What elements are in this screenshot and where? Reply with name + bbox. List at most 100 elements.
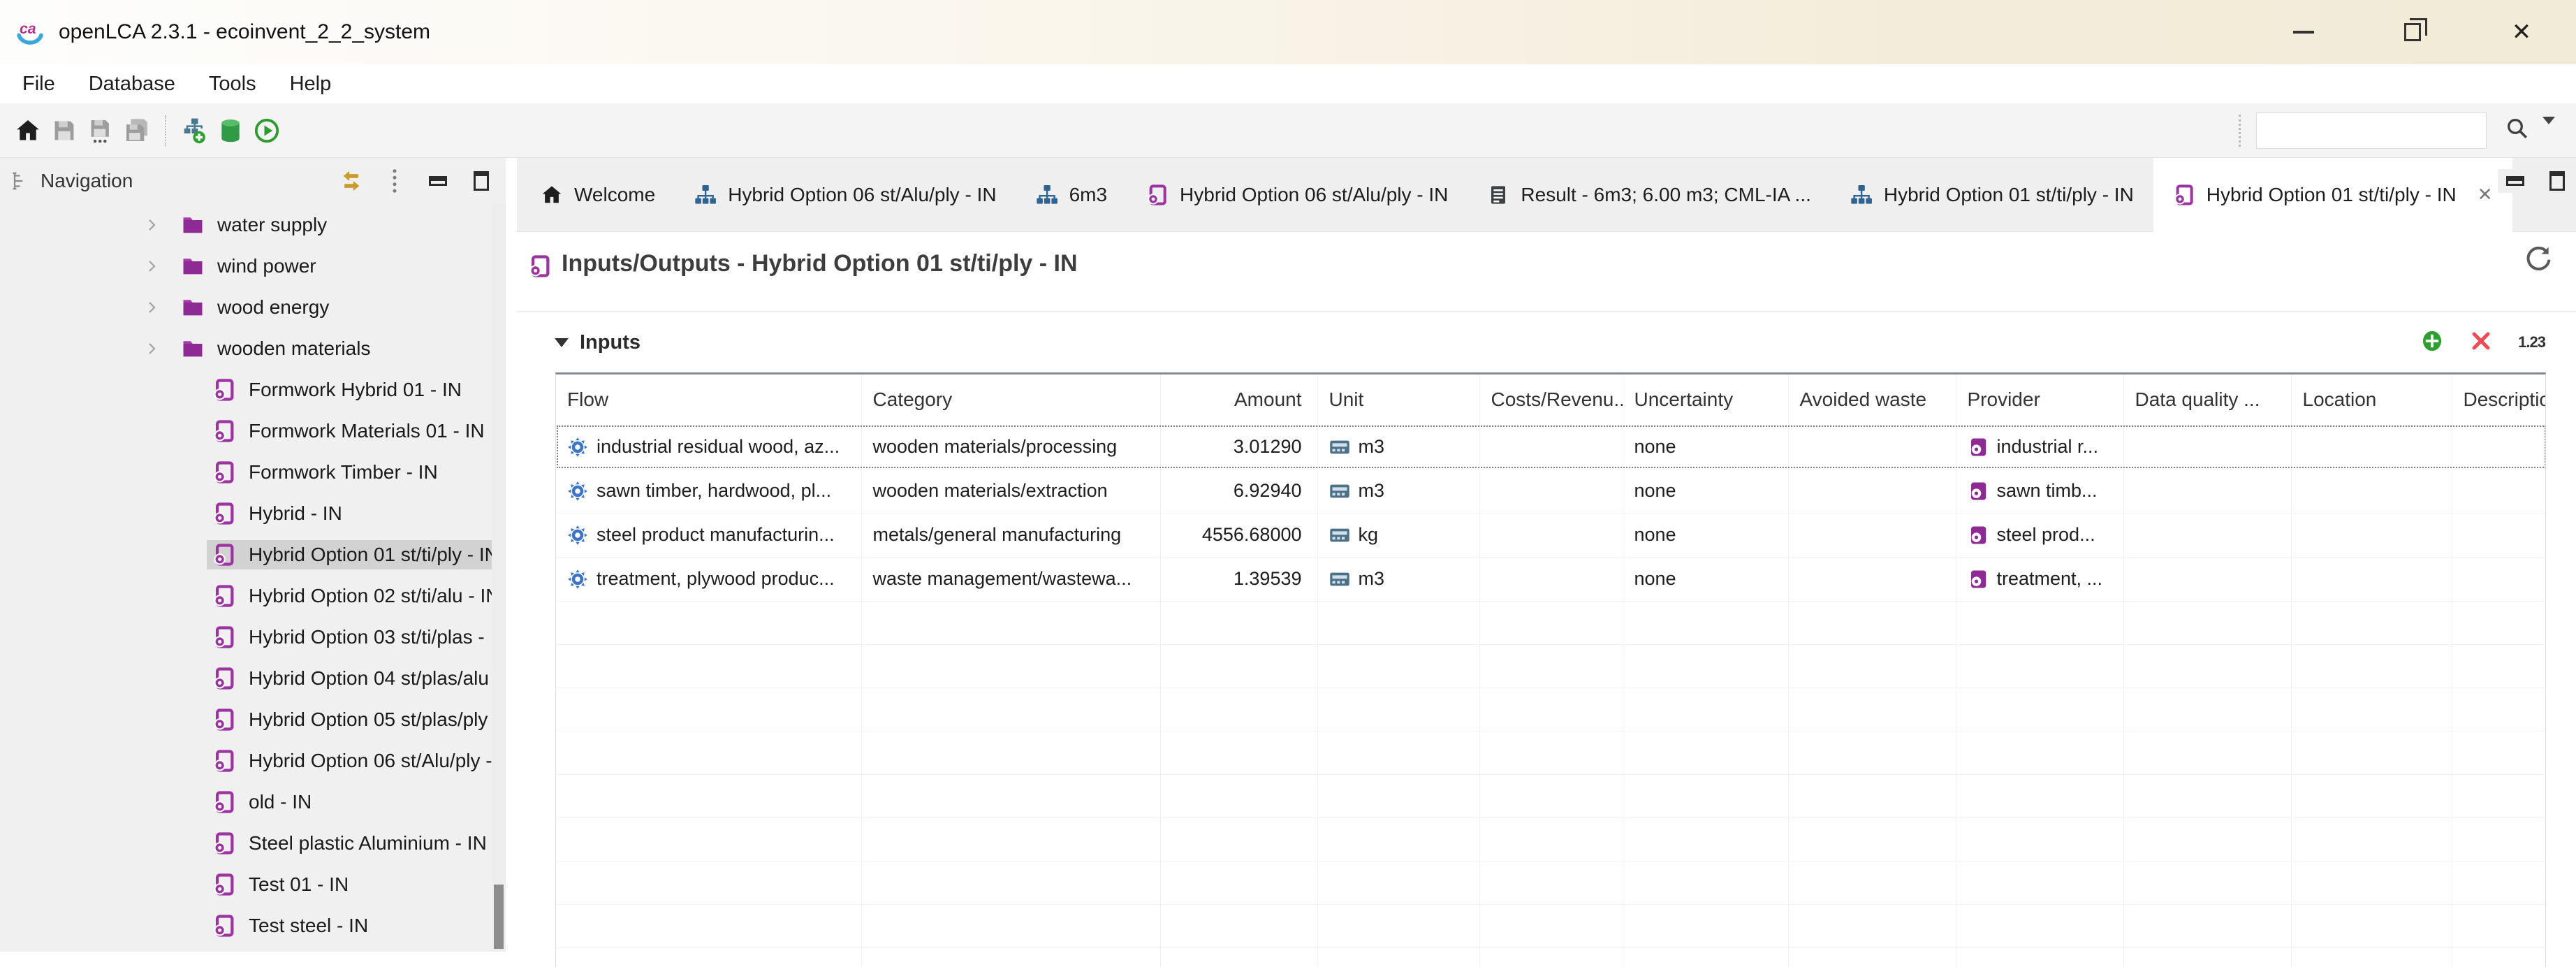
product-system-icon (212, 502, 236, 525)
product-system-icon (212, 708, 236, 732)
editor-tab[interactable]: Hybrid Option 06 st/Alu/ply - IN (1127, 158, 1468, 231)
menu-tools[interactable]: Tools (192, 68, 273, 100)
maximize-view-button[interactable] (469, 169, 493, 193)
delete-icon (2469, 329, 2493, 353)
column-header[interactable]: Category (861, 375, 1160, 425)
provider-system-icon (1968, 525, 1989, 546)
nav-item[interactable]: Hybrid Option 02 st/ti/alu - IN (0, 575, 492, 616)
nav-item[interactable]: Steel plastic Aluminium - IN (0, 822, 492, 864)
save-all-button[interactable] (119, 111, 155, 150)
product-system-icon (212, 873, 236, 896)
nav-item[interactable]: old - IN (0, 781, 492, 822)
table-row[interactable]: sawn timber, hardwood, pl...wooden mater… (556, 469, 2546, 513)
folder-icon (181, 337, 205, 361)
expand-chevron-icon[interactable] (143, 217, 175, 233)
expand-chevron-icon[interactable] (143, 340, 175, 357)
nav-item[interactable]: Test 01 - IN (0, 864, 492, 905)
column-header[interactable]: Unit (1317, 375, 1479, 425)
minimize-button[interactable] (2291, 20, 2316, 45)
nav-item[interactable]: Hybrid Option 01 st/ti/ply - IN (0, 534, 492, 575)
nav-item[interactable]: Formwork Hybrid 01 - IN (0, 369, 492, 410)
menu-file[interactable]: File (6, 68, 72, 100)
minimize-editor-button[interactable] (2503, 169, 2527, 193)
nav-item[interactable]: Hybrid Option 06 st/Alu/ply - IN (0, 740, 492, 781)
search-menu-button[interactable] (2542, 124, 2555, 137)
column-header[interactable]: Data quality ... (2123, 375, 2291, 425)
nav-item[interactable]: wood energy (0, 286, 492, 328)
nav-item[interactable]: wooden materials (0, 328, 492, 369)
new-item-button[interactable] (176, 111, 212, 150)
expand-chevron-icon[interactable] (143, 299, 175, 316)
search-button[interactable] (2505, 116, 2530, 145)
column-header[interactable]: Location (2291, 375, 2452, 425)
menu-database[interactable]: Database (72, 68, 192, 100)
close-button[interactable]: ✕ (2509, 20, 2534, 45)
editor-tab[interactable]: Hybrid Option 01 st/ti/ply - IN (1831, 158, 2153, 231)
search-input[interactable] (2256, 112, 2487, 149)
nav-item[interactable]: Hybrid Option 03 st/ti/plas - IN (0, 616, 492, 657)
column-header[interactable]: Flow (556, 375, 861, 425)
home-button[interactable] (10, 111, 46, 150)
menu-help[interactable]: Help (273, 68, 349, 100)
run-icon (254, 117, 280, 144)
save-as-icon (87, 117, 114, 144)
empty-row (556, 861, 2546, 904)
bottom-strip (0, 952, 517, 967)
provider-system-icon (1968, 569, 1989, 590)
database-button[interactable] (212, 111, 249, 150)
restore-button[interactable] (2400, 20, 2425, 45)
editor-tab[interactable]: Hybrid Option 06 st/Alu/ply - IN (675, 158, 1016, 231)
view-menu-button[interactable] (383, 169, 407, 193)
run-button[interactable] (249, 111, 285, 150)
column-header[interactable]: Uncertainty (1623, 375, 1788, 425)
minimize-view-button[interactable] (426, 169, 450, 193)
column-header[interactable]: Provider (1956, 375, 2123, 425)
nav-item[interactable]: water supply (0, 204, 492, 245)
maximize-editor-button[interactable] (2545, 169, 2569, 193)
navigation-scrollbar[interactable] (492, 204, 506, 952)
expand-chevron-icon[interactable] (143, 258, 175, 275)
empty-row (556, 688, 2546, 731)
folder-icon (181, 213, 205, 237)
column-header[interactable]: Avoided waste (1788, 375, 1956, 425)
column-header[interactable]: Costs/Revenu... (1479, 375, 1623, 425)
nav-item[interactable]: Test steel - IN (0, 905, 492, 946)
nav-item[interactable]: wind power (0, 245, 492, 286)
nav-item[interactable]: Hybrid - IN (0, 493, 492, 534)
navigation-pane: Navigation water supplywind powerwood en… (0, 158, 506, 952)
table-row[interactable]: industrial residual wood, az...wooden ma… (556, 425, 2546, 469)
editor-tab[interactable]: Result - 6m3; 6.00 m3; CML-IA ... (1468, 158, 1830, 231)
column-header[interactable]: Description (2452, 375, 2546, 425)
model-graph-icon (694, 184, 717, 206)
save-button[interactable] (46, 111, 82, 150)
nav-item[interactable]: Hybrid Option 05 st/plas/ply - IN (0, 699, 492, 740)
reload-button[interactable] (2524, 245, 2552, 276)
scrollbar-thumb[interactable] (494, 885, 504, 949)
chevron-down-icon (2542, 117, 2555, 136)
delete-row-button[interactable] (2469, 329, 2493, 356)
folder-icon (181, 296, 205, 319)
editor-content: Inputs/Outputs - Hybrid Option 01 st/ti/… (517, 232, 2576, 967)
folder-icon (181, 254, 205, 278)
product-system-icon (212, 419, 236, 443)
tab-close-icon[interactable]: ✕ (2478, 184, 2493, 205)
title-bar: ca openLCA 2.3.1 - ecoinvent_2_2_system … (0, 0, 2576, 64)
formula-toggle-button[interactable]: 1.23 (2518, 333, 2545, 351)
table-row[interactable]: treatment, plywood produc...waste manage… (556, 557, 2546, 601)
add-row-button[interactable] (2420, 329, 2444, 356)
navigation-view-icon (11, 170, 32, 191)
nav-item[interactable]: Formwork Materials 01 - IN (0, 410, 492, 451)
editor-tab[interactable]: Welcome (521, 158, 675, 231)
nav-item[interactable]: Hybrid Option 04 st/plas/alu - IN (0, 657, 492, 699)
product-system-icon (212, 584, 236, 608)
toolbar-grip (2239, 115, 2241, 147)
editor-tab[interactable]: Hybrid Option 01 st/ti/ply - IN✕ (2153, 158, 2512, 231)
column-header[interactable]: Amount (1160, 375, 1317, 425)
link-with-editor-button[interactable] (339, 169, 363, 193)
navigation-title: Navigation (41, 170, 133, 192)
nav-item[interactable]: Formwork Timber - IN (0, 451, 492, 493)
table-row[interactable]: steel product manufacturin...metals/gene… (556, 513, 2546, 557)
editor-tab[interactable]: 6m3 (1016, 158, 1127, 231)
collapse-triangle-icon[interactable] (555, 338, 569, 347)
save-as-button[interactable] (82, 111, 119, 150)
